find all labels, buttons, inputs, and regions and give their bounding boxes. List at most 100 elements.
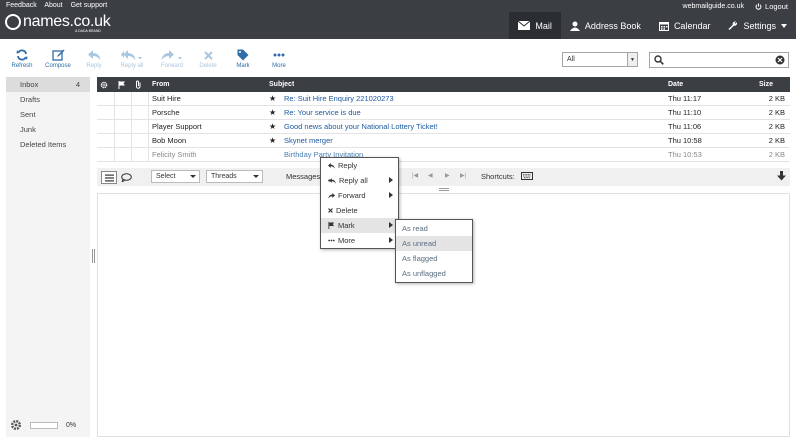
select-dropdown[interactable]: Select bbox=[151, 170, 200, 183]
list-view-bar: Select Threads Messages |◀ ◀ ▶ ▶| Shortc… bbox=[97, 168, 790, 186]
logout-label: Logout bbox=[765, 2, 788, 11]
folder-sidebar: Inbox 4 Drafts Sent Junk Deleted Items 0… bbox=[6, 77, 90, 437]
reply-all-button[interactable]: Reply all bbox=[112, 47, 152, 69]
select-label: Select bbox=[156, 173, 176, 180]
get-support-link[interactable]: Get support bbox=[71, 2, 108, 9]
more-button[interactable]: More bbox=[259, 47, 299, 69]
keyboard-icon[interactable] bbox=[521, 172, 533, 185]
feedback-link[interactable]: Feedback bbox=[6, 2, 37, 9]
logout-button[interactable]: Logout bbox=[755, 2, 788, 11]
compose-button[interactable]: Compose bbox=[38, 47, 78, 69]
list-view-button[interactable] bbox=[101, 171, 117, 184]
folder-sent[interactable]: Sent bbox=[6, 107, 90, 122]
forward-icon bbox=[328, 192, 335, 199]
download-arrow-icon[interactable] bbox=[777, 171, 786, 184]
next-page-icon[interactable]: ▶ bbox=[445, 172, 450, 179]
messages-count-label: Messages bbox=[286, 172, 321, 181]
wrench-icon bbox=[728, 20, 738, 30]
table-row[interactable]: Player Support ★ Good news about your Nati… bbox=[97, 120, 790, 134]
flag-column-icon[interactable] bbox=[115, 77, 129, 92]
logo-ring-icon bbox=[5, 14, 21, 30]
context-reply[interactable]: Reply bbox=[321, 158, 398, 173]
folder-drafts[interactable]: Drafts bbox=[6, 92, 90, 107]
prev-page-icon[interactable]: ◀ bbox=[428, 172, 433, 179]
thread-view-button[interactable] bbox=[121, 171, 134, 184]
star-icon[interactable]: ★ bbox=[269, 134, 279, 147]
context-reply-all[interactable]: Reply all bbox=[321, 173, 398, 188]
table-row[interactable]: Suit Hire ★ Re: Suit Hire Enquiry 22102027… bbox=[97, 92, 790, 106]
mark-as-read[interactable]: As read bbox=[396, 221, 472, 236]
attachment-column-icon[interactable] bbox=[131, 77, 145, 92]
context-delete[interactable]: Delete bbox=[321, 203, 398, 218]
nav-settings[interactable]: Settings bbox=[719, 12, 796, 39]
context-forward[interactable]: Forward bbox=[321, 188, 398, 203]
message-date: Thu 10:58 bbox=[668, 136, 702, 145]
gear-icon[interactable] bbox=[10, 419, 22, 431]
folder-inbox[interactable]: Inbox 4 bbox=[6, 77, 90, 92]
message-date: Thu 11:06 bbox=[668, 122, 702, 131]
sidebar-splitter[interactable] bbox=[92, 249, 95, 263]
reply-label: Reply bbox=[86, 63, 102, 69]
mark-as-flagged[interactable]: As flagged bbox=[396, 251, 472, 266]
star-icon[interactable]: ★ bbox=[269, 106, 279, 119]
table-row[interactable]: Felicity Smith Birthday Party Invitation T… bbox=[97, 148, 790, 162]
quota-bar bbox=[30, 421, 58, 429]
context-more[interactable]: More bbox=[321, 233, 398, 248]
mark-button[interactable]: Mark bbox=[223, 47, 263, 69]
pane-resize-grip[interactable] bbox=[439, 188, 449, 191]
star-icon[interactable]: ★ bbox=[269, 92, 279, 105]
column-date[interactable]: Date bbox=[668, 77, 683, 92]
nav-calendar[interactable]: Calendar bbox=[650, 12, 720, 39]
column-from[interactable]: From bbox=[152, 77, 170, 92]
submenu-arrow-icon bbox=[389, 192, 393, 198]
message-subject: Good news about your National Lottery Ti… bbox=[284, 122, 438, 131]
threads-dropdown[interactable]: Threads bbox=[206, 170, 263, 183]
column-size[interactable]: Size bbox=[759, 77, 773, 92]
reply-icon bbox=[87, 49, 100, 60]
more-label: More bbox=[272, 63, 286, 69]
nav-address-book-label: Address Book bbox=[584, 20, 641, 31]
nav-address-book[interactable]: Address Book bbox=[561, 12, 650, 39]
submenu-arrow-icon bbox=[389, 237, 393, 243]
folder-deleted-items[interactable]: Deleted Items bbox=[6, 137, 90, 152]
last-page-icon[interactable]: ▶| bbox=[460, 172, 466, 179]
nav-mail[interactable]: Mail bbox=[509, 12, 561, 39]
nav-settings-label: Settings bbox=[743, 20, 776, 31]
list-options-gear-icon[interactable] bbox=[97, 77, 111, 92]
about-link[interactable]: About bbox=[44, 2, 62, 9]
top-links: Feedback About Get support bbox=[6, 2, 113, 9]
context-mark[interactable]: Mark bbox=[321, 218, 398, 233]
logo-subtitle: A DADA BRAND bbox=[75, 29, 101, 33]
search-icon bbox=[654, 55, 664, 65]
column-divider bbox=[148, 92, 149, 162]
message-list: From Subject Date Size Suit Hire ★ Re: Sui… bbox=[97, 77, 790, 162]
refresh-button[interactable]: Refresh bbox=[2, 47, 42, 69]
search-input[interactable] bbox=[649, 52, 789, 68]
nav-calendar-label: Calendar bbox=[673, 20, 711, 31]
context-forward-label: Forward bbox=[338, 191, 366, 200]
star-icon[interactable]: ★ bbox=[269, 120, 279, 133]
quota: 0% bbox=[6, 417, 90, 433]
table-row[interactable]: Porsche ★ Re: Your service is due Thu 11:10… bbox=[97, 106, 790, 120]
message-list-header: From Subject Date Size bbox=[97, 77, 790, 92]
mark-as-unread[interactable]: As unread bbox=[396, 236, 472, 251]
compose-label: Compose bbox=[45, 63, 71, 69]
compose-icon bbox=[51, 49, 64, 61]
top-bar: Feedback About Get support names.co.uk A… bbox=[0, 0, 796, 39]
first-page-icon[interactable]: |◀ bbox=[412, 172, 418, 179]
message-size: 2 KB bbox=[768, 108, 785, 117]
unread-count: 4 bbox=[75, 80, 80, 89]
reply-button[interactable]: Reply bbox=[74, 47, 114, 69]
refresh-icon bbox=[16, 49, 28, 61]
forward-button[interactable]: Forward bbox=[152, 47, 192, 69]
filter-select[interactable]: All ▼ bbox=[562, 52, 638, 67]
context-mark-label: Mark bbox=[338, 221, 355, 230]
folder-label: Drafts bbox=[20, 95, 41, 104]
column-subject[interactable]: Subject bbox=[269, 77, 294, 92]
mark-as-unflagged[interactable]: As unflagged bbox=[396, 266, 472, 281]
table-row[interactable]: Bob Moon ★ Skynet merger Thu 10:58 2 KB bbox=[97, 134, 790, 148]
clear-search-icon[interactable] bbox=[775, 55, 785, 65]
folder-label: Inbox bbox=[20, 80, 39, 89]
folder-junk[interactable]: Junk bbox=[6, 122, 90, 137]
delete-button[interactable]: Delete bbox=[188, 47, 228, 69]
